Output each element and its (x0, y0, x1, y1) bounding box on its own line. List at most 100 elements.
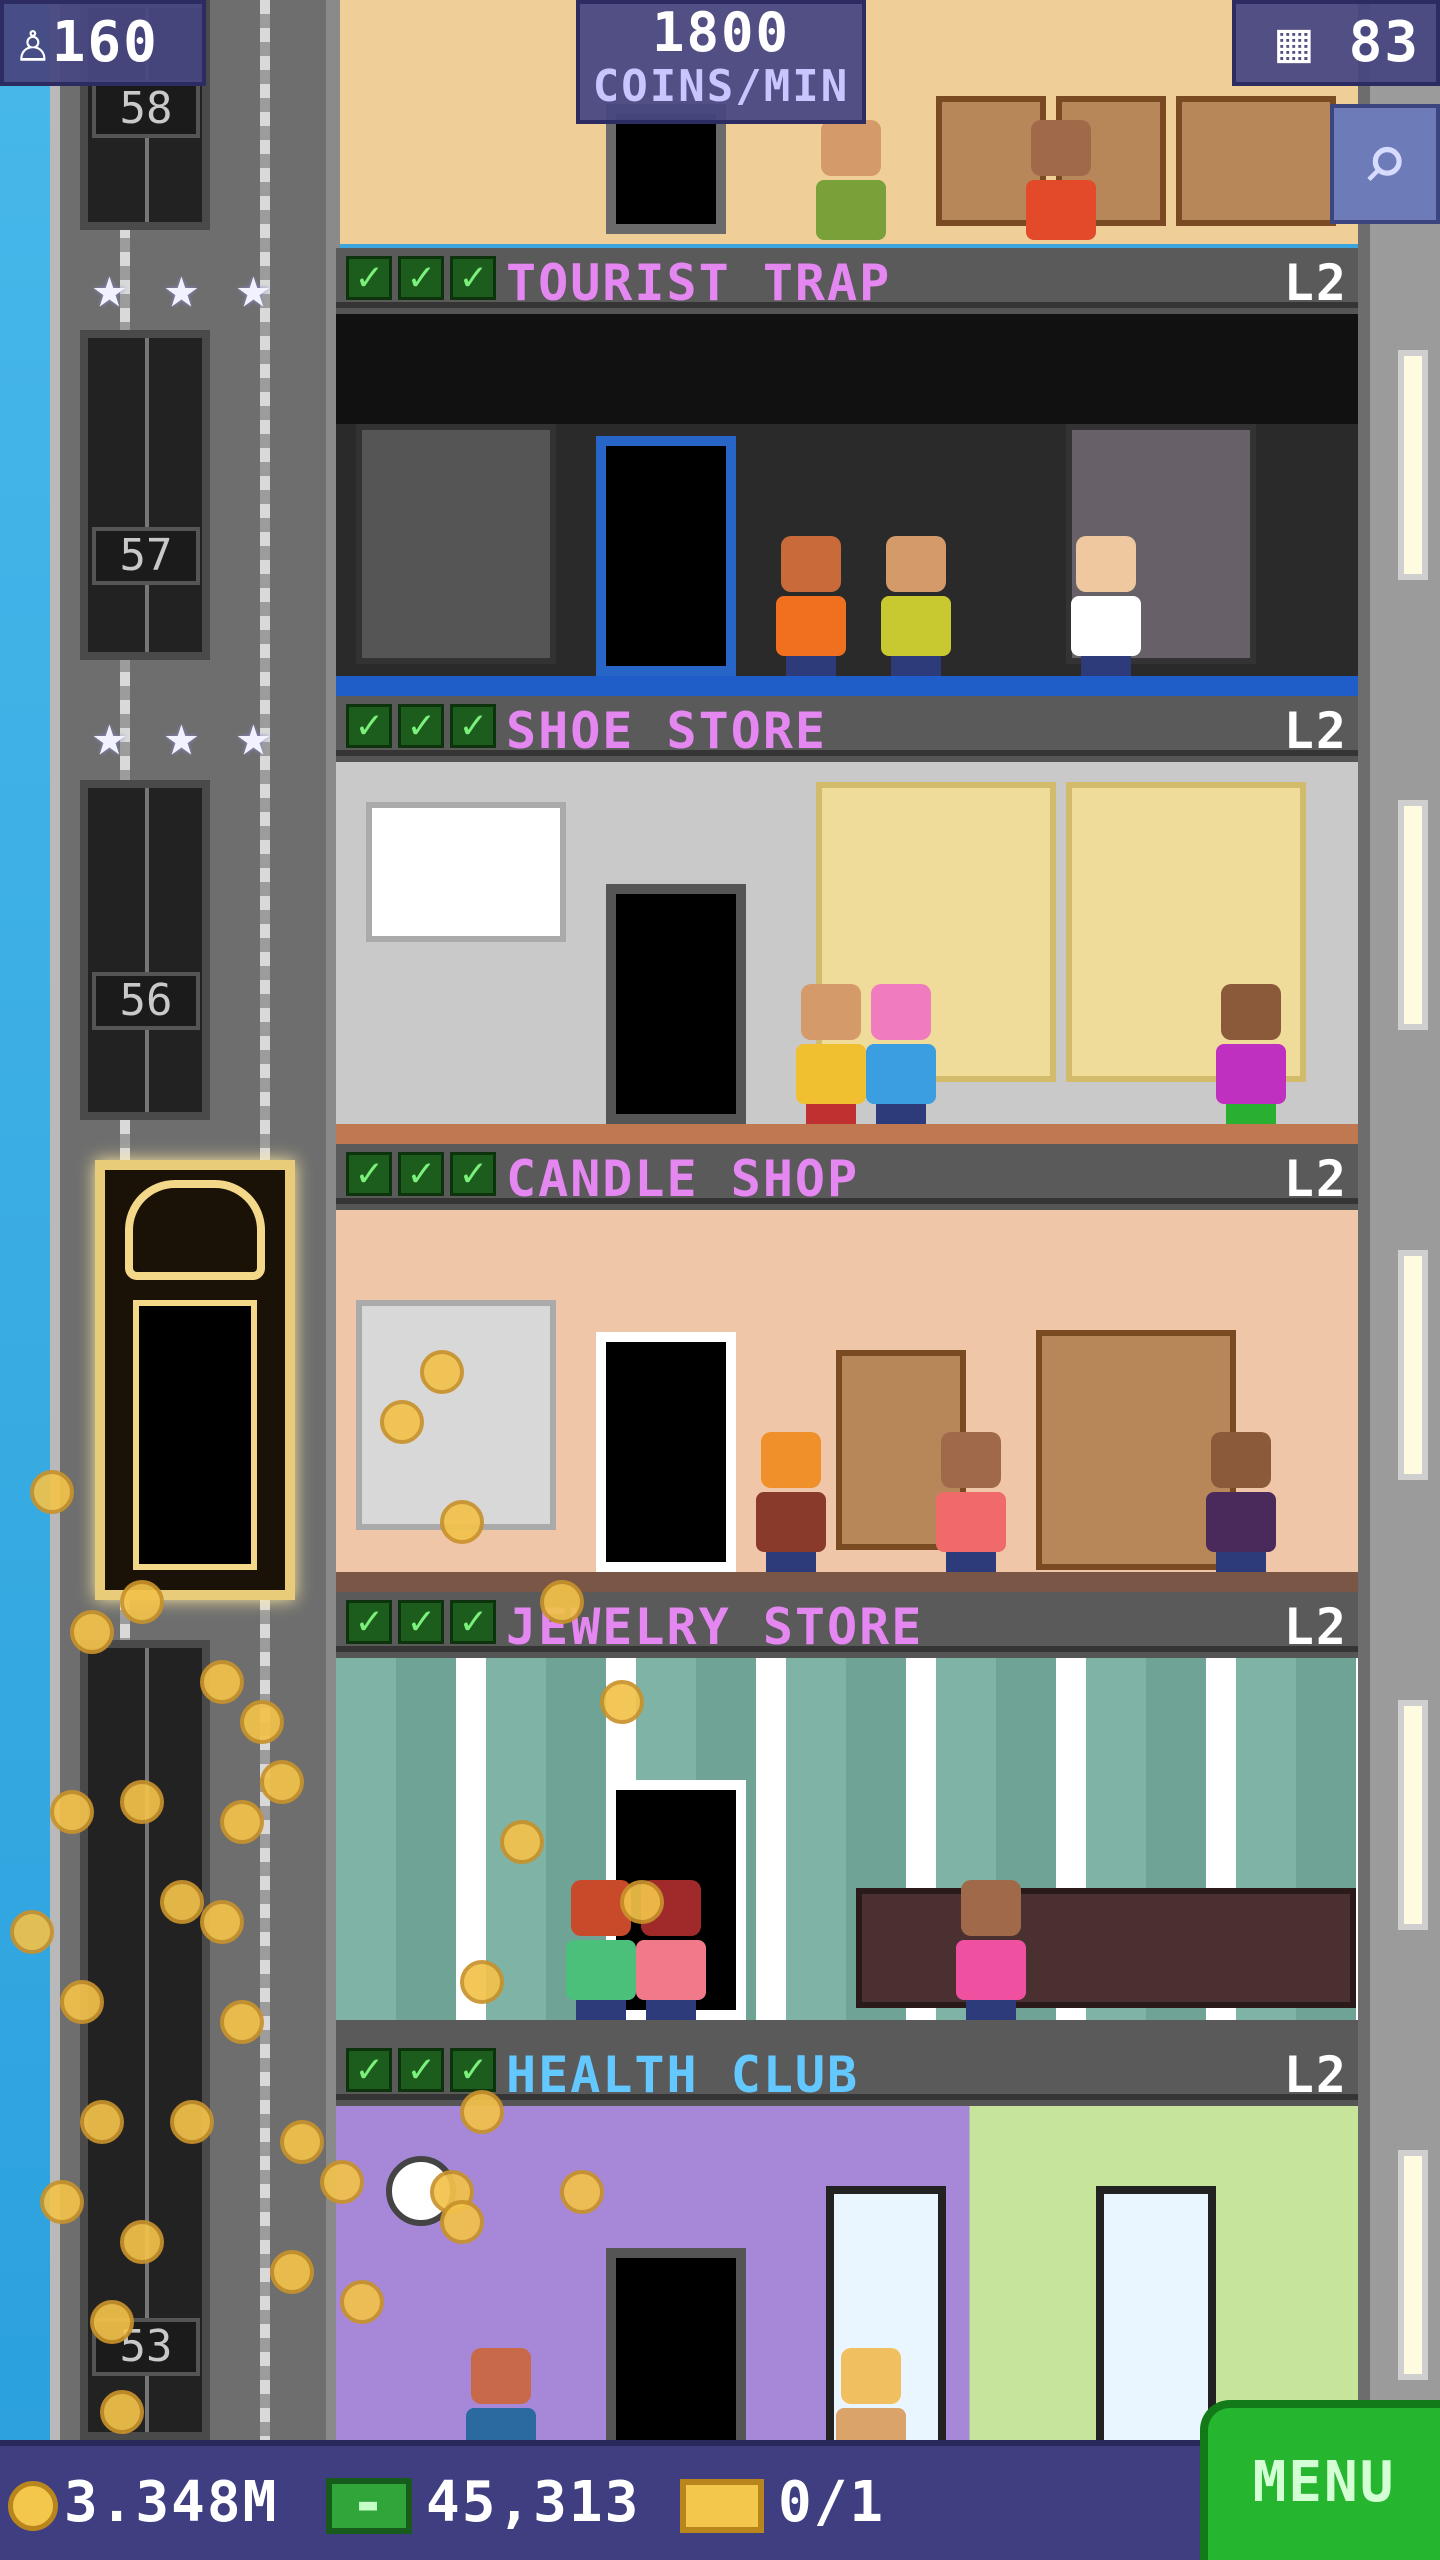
building-icon: ▦ (1277, 10, 1313, 75)
floor-name: TOURIST TRAP (506, 254, 892, 312)
bux-icon: ▬ (326, 2477, 412, 2534)
bux-counter[interactable]: ▬ 45,313 (326, 2468, 640, 2538)
floor-counter[interactable]: ▦ 83 (1232, 0, 1440, 86)
elevator-door (80, 780, 210, 1120)
bitizen[interactable] (956, 1880, 1026, 2020)
person-icon: ♙ (16, 10, 52, 75)
star-icon: ★ (164, 253, 199, 321)
bitizen[interactable] (1206, 1432, 1276, 1572)
search-button[interactable]: ⌕ (1330, 104, 1440, 224)
coins-counter[interactable]: 3.348M (8, 2468, 278, 2538)
floor-door (606, 884, 746, 1124)
star-icon: ★ (236, 701, 271, 769)
population-value: 160 (51, 10, 159, 75)
window (1398, 2150, 1428, 2380)
building-wall (1358, 0, 1440, 2440)
floor-room (336, 314, 1358, 696)
checkmark-icon: ✓ (346, 2048, 392, 2092)
floor-door (596, 436, 736, 676)
floor-level: L2 (1283, 1150, 1348, 1208)
bitizen[interactable] (1216, 984, 1286, 1124)
elevator-door (80, 330, 210, 660)
star-icon: ★ (236, 253, 271, 321)
window (1398, 1250, 1428, 1480)
bitizen[interactable] (816, 120, 886, 240)
floor-checks: ✓ ✓ ✓ (346, 704, 496, 748)
vip-counter[interactable]: 0/1 (680, 2468, 885, 2538)
star-icon: ★ (92, 253, 127, 321)
window (1398, 350, 1428, 580)
floor-room (336, 1210, 1358, 1592)
window (1096, 2186, 1216, 2440)
star-icon: ★ (92, 701, 127, 769)
floor-shoe-store[interactable]: ✓ ✓ ✓ SHOE STORE L2 (336, 696, 1358, 1144)
bitizen[interactable] (836, 2348, 906, 2440)
star-icon: ★ (164, 701, 199, 769)
vip-value: 0/1 (778, 2470, 886, 2535)
checkmark-icon: ✓ (398, 256, 444, 300)
floor-checks: ✓ ✓ ✓ (346, 256, 496, 300)
coin-rate-panel: 1800 COINS/MIN (576, 0, 866, 124)
checkmark-icon: ✓ (346, 1152, 392, 1196)
menu-button[interactable]: MENU (1200, 2400, 1440, 2560)
floor-level: L2 (1283, 1598, 1348, 1656)
floor-checks: ✓ ✓ ✓ (346, 1152, 496, 1196)
floor-label: ✓ ✓ ✓ JEWELRY STORE L2 (336, 1592, 1358, 1656)
bitizen[interactable] (866, 984, 936, 1124)
checkmark-icon: ✓ (398, 704, 444, 748)
floor-base (336, 2020, 1358, 2040)
checkmark-icon: ✓ (346, 704, 392, 748)
checkmark-icon: ✓ (398, 2048, 444, 2092)
elevator-floor-number: 58 (92, 80, 200, 138)
floor-name: HEALTH CLUB (506, 2046, 860, 2104)
checkmark-icon: ✓ (450, 704, 496, 748)
vip-crown-icon (125, 1180, 265, 1280)
floor-checks: ✓ ✓ ✓ (346, 2048, 496, 2092)
checkmark-icon: ✓ (450, 256, 496, 300)
bitizen[interactable] (1026, 120, 1096, 240)
jewelry-counter (856, 1888, 1356, 2008)
floor-count-value: 83 (1348, 10, 1420, 75)
population-counter[interactable]: ♙160 (0, 0, 206, 86)
floor-base (336, 1124, 1358, 1144)
window (1398, 800, 1428, 1030)
floor-level: L2 (1283, 254, 1348, 312)
shoe-poster (366, 802, 566, 942)
souvenir-display (336, 314, 1358, 424)
floor-stars: ★ ★ ★ (92, 258, 294, 316)
checkmark-icon: ✓ (398, 1152, 444, 1196)
checkmark-icon: ✓ (346, 1600, 392, 1644)
checkmark-icon: ✓ (450, 2048, 496, 2092)
window (1398, 1700, 1428, 1930)
floor-room (336, 2106, 1358, 2440)
floor-base (336, 676, 1358, 696)
floor-level: L2 (1283, 702, 1348, 760)
bitizen[interactable] (796, 984, 866, 1124)
floor-level: L2 (1283, 2046, 1348, 2104)
floor-door (596, 1332, 736, 1572)
floor-candle-shop[interactable]: ✓ ✓ ✓ CANDLE SHOP L2 (336, 1144, 1358, 1592)
checkmark-icon: ✓ (450, 1600, 496, 1644)
bitizen[interactable] (936, 1432, 1006, 1572)
bitizen[interactable] (466, 2348, 536, 2440)
floor-name: SHOE STORE (506, 702, 828, 760)
vip-elevator[interactable] (95, 1160, 295, 1600)
bitizen[interactable] (881, 536, 951, 676)
shelf (356, 424, 556, 664)
floor-base (336, 1572, 1358, 1592)
coin-rate-unit: COINS/MIN (592, 61, 850, 112)
floor-label: ✓ ✓ ✓ TOURIST TRAP L2 (336, 248, 1358, 312)
floor-label: ✓ ✓ ✓ CANDLE SHOP L2 (336, 1144, 1358, 1208)
bitizen[interactable] (1071, 536, 1141, 676)
elevator-floor-number: 57 (92, 527, 200, 585)
checkmark-icon: ✓ (398, 1600, 444, 1644)
bitizen[interactable] (776, 536, 846, 676)
coin-rate-value: 1800 (651, 1, 791, 64)
bitizen[interactable] (756, 1432, 826, 1572)
floor-door (606, 2248, 746, 2440)
coin-icon (8, 2480, 58, 2531)
floor-tourist-trap[interactable]: ✓ ✓ ✓ TOURIST TRAP L2 (336, 248, 1358, 696)
floor-checks: ✓ ✓ ✓ (346, 1600, 496, 1644)
floor-label: ✓ ✓ ✓ SHOE STORE L2 (336, 696, 1358, 760)
checkmark-icon: ✓ (450, 1152, 496, 1196)
